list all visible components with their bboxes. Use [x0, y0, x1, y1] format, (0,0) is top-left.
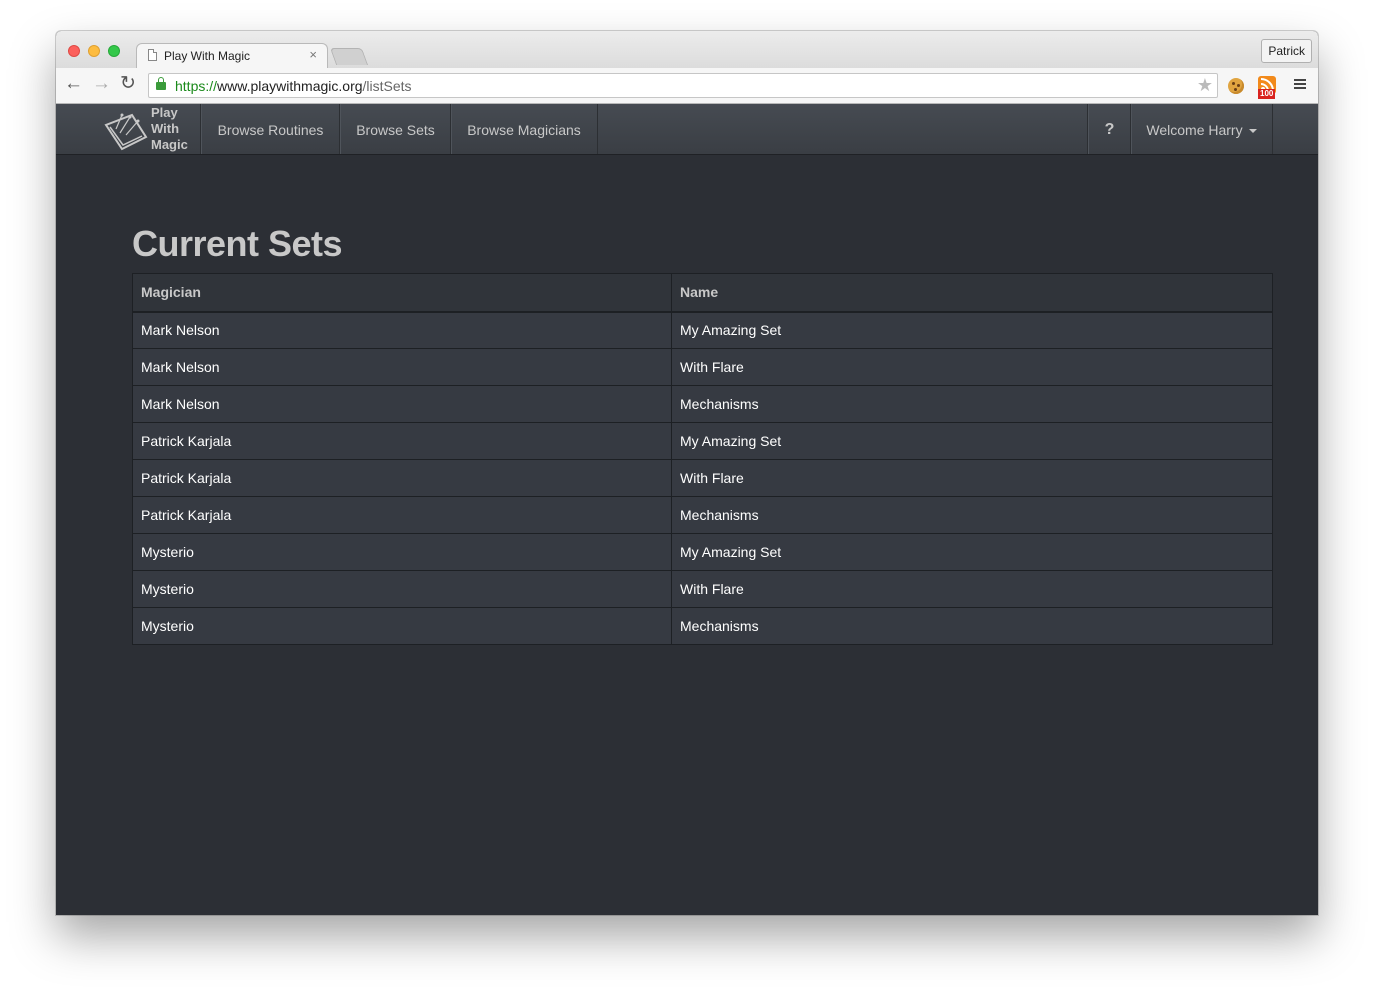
site-navbar: Play With Magic Browse Routines Browse S…	[56, 104, 1318, 155]
new-tab-button[interactable]	[329, 48, 369, 65]
cookie-extension-icon[interactable]	[1228, 78, 1244, 94]
magician-cell: Patrick Karjala	[132, 422, 672, 460]
menu-icon[interactable]	[1294, 79, 1306, 81]
caret-down-icon	[1248, 129, 1257, 134]
back-arrow-icon[interactable]: ←	[64, 74, 83, 94]
table-row[interactable]: Patrick Karjala My Amazing Set	[132, 422, 1273, 460]
zoom-window-button[interactable]	[108, 45, 120, 57]
brand-link[interactable]: Play With Magic	[100, 104, 200, 155]
magician-cell: Mysterio	[132, 607, 672, 645]
address-bar[interactable]: https://www.playwithmagic.org/listSets ★	[148, 73, 1218, 98]
set-name-cell: Mechanisms	[671, 496, 1273, 534]
magician-cell: Patrick Karjala	[132, 496, 672, 534]
rss-count-badge: 100	[1258, 89, 1276, 99]
nav-browse-magicians[interactable]: Browse Magicians	[450, 104, 598, 154]
set-name-cell: My Amazing Set	[671, 311, 1273, 349]
magician-cell: Mark Nelson	[132, 385, 672, 423]
magic-book-logo-icon	[104, 113, 148, 151]
table-row[interactable]: Patrick Karjala With Flare	[132, 459, 1273, 497]
help-button[interactable]: ?	[1087, 104, 1131, 154]
set-name-cell: Mechanisms	[671, 607, 1273, 645]
reload-icon[interactable]: ↻	[120, 74, 136, 94]
page-title: Current Sets	[132, 223, 343, 264]
document-icon	[148, 49, 157, 61]
table-row[interactable]: Mysterio My Amazing Set	[132, 533, 1273, 571]
magician-cell: Mysterio	[132, 533, 672, 571]
close-window-button[interactable]	[68, 45, 80, 57]
set-name-cell: Mechanisms	[671, 385, 1273, 423]
lock-icon	[156, 77, 166, 90]
browser-window: Play With Magic × Patrick ← → ↻ https://…	[56, 31, 1318, 915]
column-header-magician: Magician	[132, 273, 672, 313]
sets-table: Magician Name Mark Nelson My Amazing Set …	[132, 273, 1273, 645]
set-name-cell: My Amazing Set	[671, 533, 1273, 571]
magician-cell: Mark Nelson	[132, 311, 672, 349]
table-row[interactable]: Mysterio Mechanisms	[132, 607, 1273, 645]
user-greeting: Welcome Harry	[1146, 122, 1243, 138]
forward-arrow-icon[interactable]: →	[92, 74, 111, 94]
profile-button[interactable]: Patrick	[1261, 39, 1312, 63]
browser-tab[interactable]: Play With Magic ×	[136, 43, 328, 69]
table-header-row: Magician Name	[132, 273, 1273, 313]
table-row[interactable]: Mark Nelson My Amazing Set	[132, 311, 1273, 349]
nav-browse-routines[interactable]: Browse Routines	[200, 104, 340, 154]
set-name-cell: My Amazing Set	[671, 422, 1273, 460]
table-row[interactable]: Mysterio With Flare	[132, 570, 1273, 608]
tab-strip: Play With Magic × Patrick	[56, 31, 1318, 69]
table-row[interactable]: Patrick Karjala Mechanisms	[132, 496, 1273, 534]
url-text: https://www.playwithmagic.org/listSets	[175, 78, 412, 94]
browser-toolbar: ← → ↻ https://www.playwithmagic.org/list…	[56, 68, 1318, 104]
minimize-window-button[interactable]	[88, 45, 100, 57]
table-row[interactable]: Mark Nelson Mechanisms	[132, 385, 1273, 423]
magician-cell: Patrick Karjala	[132, 459, 672, 497]
column-header-name: Name	[671, 273, 1273, 313]
set-name-cell: With Flare	[671, 570, 1273, 608]
tab-title: Play With Magic	[164, 49, 251, 63]
magician-cell: Mark Nelson	[132, 348, 672, 386]
table-row[interactable]: Mark Nelson With Flare	[132, 348, 1273, 386]
set-name-cell: With Flare	[671, 348, 1273, 386]
user-menu-dropdown[interactable]: Welcome Harry	[1130, 104, 1273, 154]
nav-browse-sets[interactable]: Browse Sets	[339, 104, 451, 154]
bookmark-star-icon[interactable]: ★	[1197, 75, 1213, 96]
set-name-cell: With Flare	[671, 459, 1273, 497]
close-tab-icon[interactable]: ×	[309, 47, 317, 62]
brand-text: Play With Magic	[151, 105, 188, 152]
magician-cell: Mysterio	[132, 570, 672, 608]
